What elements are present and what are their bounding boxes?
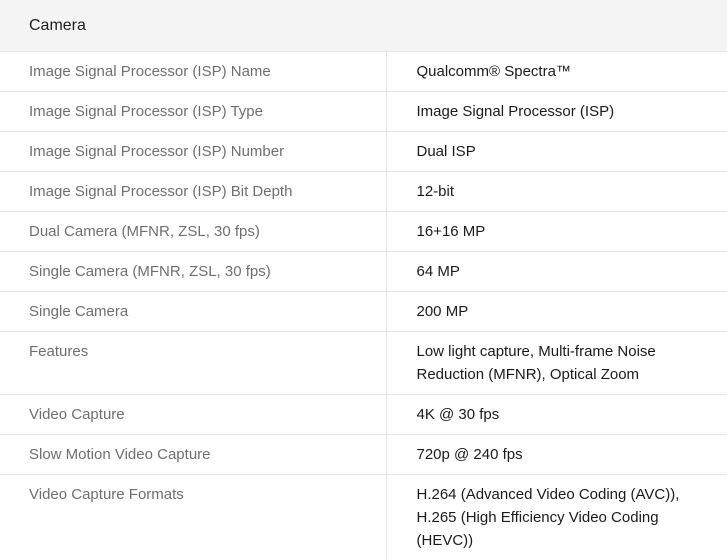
table-row: Image Signal Processor (ISP) Number Dual… bbox=[0, 132, 727, 172]
spec-value: H.264 (Advanced Video Coding (AVC)), H.2… bbox=[386, 475, 727, 560]
table-row: Dual Camera (MFNR, ZSL, 30 fps) 16+16 MP bbox=[0, 212, 727, 252]
spec-value: Qualcomm® Spectra™ bbox=[386, 52, 727, 92]
spec-label: Slow Motion Video Capture bbox=[0, 435, 386, 475]
spec-label: Dual Camera (MFNR, ZSL, 30 fps) bbox=[0, 212, 386, 252]
spec-label: Video Capture Formats bbox=[0, 475, 386, 560]
spec-label: Features bbox=[0, 332, 386, 395]
spec-label: Image Signal Processor (ISP) Number bbox=[0, 132, 386, 172]
spec-value: 12-bit bbox=[386, 172, 727, 212]
spec-label: Single Camera bbox=[0, 292, 386, 332]
spec-value: 64 MP bbox=[386, 252, 727, 292]
spec-label: Image Signal Processor (ISP) Name bbox=[0, 52, 386, 92]
spec-value: 4K @ 30 fps bbox=[386, 395, 727, 435]
table-row: Video Capture Formats H.264 (Advanced Vi… bbox=[0, 475, 727, 560]
spec-label: Video Capture bbox=[0, 395, 386, 435]
spec-label: Single Camera (MFNR, ZSL, 30 fps) bbox=[0, 252, 386, 292]
table-row: Features Low light capture, Multi-frame … bbox=[0, 332, 727, 395]
spec-value: Low light capture, Multi-frame Noise Red… bbox=[386, 332, 727, 395]
camera-spec-table: Camera Image Signal Processor (ISP) Name… bbox=[0, 0, 727, 560]
section-header-row: Camera bbox=[0, 0, 727, 52]
section-title: Camera bbox=[0, 0, 727, 52]
spec-value: 200 MP bbox=[386, 292, 727, 332]
spec-label: Image Signal Processor (ISP) Bit Depth bbox=[0, 172, 386, 212]
table-row: Video Capture 4K @ 30 fps bbox=[0, 395, 727, 435]
table-row: Image Signal Processor (ISP) Name Qualco… bbox=[0, 52, 727, 92]
table-row: Single Camera 200 MP bbox=[0, 292, 727, 332]
spec-label: Image Signal Processor (ISP) Type bbox=[0, 92, 386, 132]
spec-value: 720p @ 240 fps bbox=[386, 435, 727, 475]
spec-value: Dual ISP bbox=[386, 132, 727, 172]
spec-value: 16+16 MP bbox=[386, 212, 727, 252]
table-row: Image Signal Processor (ISP) Bit Depth 1… bbox=[0, 172, 727, 212]
table-row: Single Camera (MFNR, ZSL, 30 fps) 64 MP bbox=[0, 252, 727, 292]
table-row: Slow Motion Video Capture 720p @ 240 fps bbox=[0, 435, 727, 475]
spec-value: Image Signal Processor (ISP) bbox=[386, 92, 727, 132]
table-row: Image Signal Processor (ISP) Type Image … bbox=[0, 92, 727, 132]
